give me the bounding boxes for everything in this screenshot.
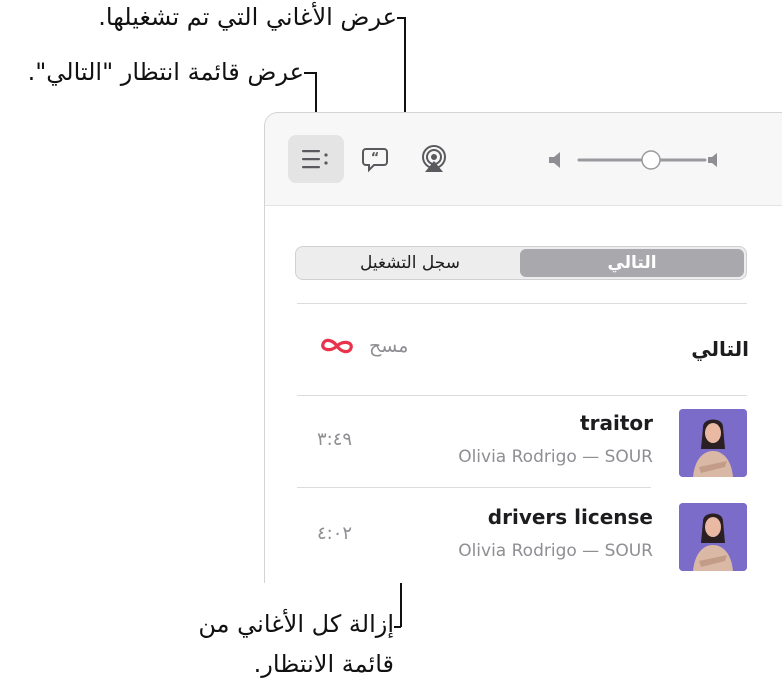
list-item[interactable]: drivers license Olivia Rodrigo — SOUR ٤:… [265,491,782,581]
song-subtitle: Olivia Rodrigo — SOUR [458,541,653,561]
callout-history: عرض الأغاني التي تم تشغيلها. [98,3,397,31]
song-title: traitor [580,411,653,435]
toolbar: “ [265,113,782,206]
divider-row [297,487,651,488]
divider-top [297,303,747,304]
song-duration: ٤:٠٢ [317,523,353,544]
airplay-icon [422,145,446,172]
callout-clear-line1: إزالة كل الأغاني من [198,610,394,638]
callout-queue: عرض قائمة انتظار "التالي". [27,58,304,86]
lyrics-bubble-icon: “ [362,148,388,173]
clear-queue-group: مسح [319,335,408,357]
volume-low-icon [549,152,560,168]
airplay-button[interactable] [406,135,462,183]
divider-section [297,395,747,396]
song-subtitle: Olivia Rodrigo — SOUR [458,447,653,467]
album-art [679,409,747,477]
volume-slider[interactable] [545,149,725,171]
song-duration: ٣:٤٩ [317,429,353,450]
list-icon [302,150,328,169]
volume-knob[interactable] [641,150,661,170]
song-title: drivers license [487,505,653,529]
album-art [679,503,747,571]
music-panel: “ سجل التشغيل التالي التالي مسح traitor … [264,112,782,583]
list-item[interactable]: traitor Olivia Rodrigo — SOUR ٣:٤٩ [265,397,782,487]
queue-button[interactable] [288,135,344,183]
leader-clear-h [394,626,401,628]
lyrics-button[interactable]: “ [347,135,403,183]
tab-history[interactable]: سجل التشغيل [298,249,522,277]
callout-clear-line2: قائمة الانتظار. [253,650,394,678]
tab-next[interactable]: التالي [520,249,744,277]
svg-text:“: “ [371,151,380,166]
volume-high-icon [708,153,717,167]
queue-title: التالي [691,337,749,361]
segmented-control: سجل التشغيل التالي [295,246,747,280]
infinity-icon[interactable] [319,336,355,356]
clear-button[interactable]: مسح [369,335,408,357]
